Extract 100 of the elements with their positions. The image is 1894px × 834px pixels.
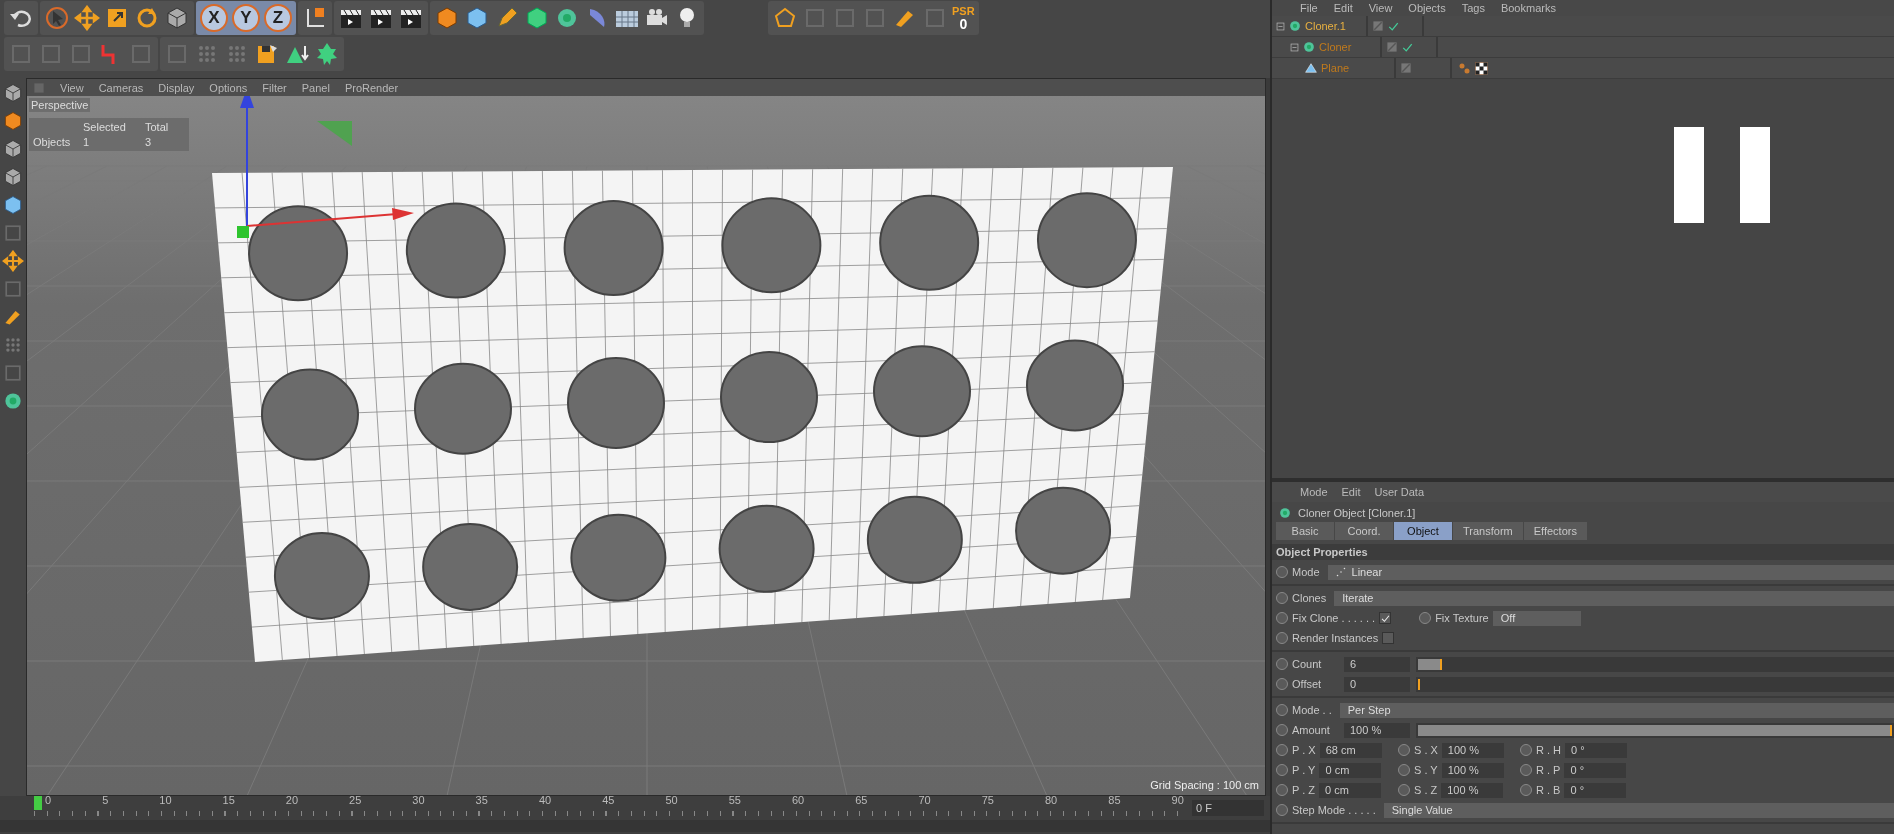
field-label: Step Mode . . . . . xyxy=(1292,804,1376,816)
plane-icon xyxy=(1304,61,1318,75)
menu-item[interactable]: Bookmarks xyxy=(1500,2,1556,14)
menu-item[interactable]: Edit xyxy=(1333,2,1353,14)
animate-radio-icon[interactable] xyxy=(1276,764,1288,776)
axis-gizmo-icon xyxy=(237,96,414,238)
number-field[interactable]: 0 cm xyxy=(1319,782,1382,798)
dropdown[interactable]: Linear xyxy=(1327,564,1894,580)
viewport-menu-item[interactable]: Filter xyxy=(262,81,287,94)
viewport-menu-item[interactable]: Panel xyxy=(301,81,330,94)
number-field[interactable]: 68 cm xyxy=(1319,742,1382,758)
animate-radio-icon[interactable] xyxy=(1520,764,1532,776)
animate-radio-icon[interactable] xyxy=(1276,784,1288,796)
object-name[interactable]: Plane xyxy=(1321,62,1350,74)
collapse-toggle-icon[interactable] xyxy=(1276,21,1285,31)
animate-radio-icon[interactable] xyxy=(1419,612,1432,624)
stats-value: 3 xyxy=(145,136,153,148)
number-field[interactable]: 0 ° xyxy=(1564,762,1627,778)
viewport-menu-item[interactable]: Options xyxy=(209,81,248,94)
animate-radio-icon[interactable] xyxy=(1276,678,1288,690)
frame-field[interactable]: 0 F xyxy=(1192,800,1264,816)
checker-tag-icon[interactable] xyxy=(1475,61,1488,75)
number-field[interactable]: 0 cm xyxy=(1319,762,1382,778)
field-label: Fix Clone . . . . . . xyxy=(1292,612,1376,624)
dropdown[interactable]: Off xyxy=(1492,610,1581,626)
check-icon[interactable] xyxy=(1388,20,1399,32)
slider-track[interactable] xyxy=(1416,676,1894,692)
animate-radio-icon[interactable] xyxy=(1276,612,1288,624)
animate-radio-icon[interactable] xyxy=(1276,804,1288,816)
cloner-icon[interactable] xyxy=(2,390,24,412)
animate-radio-icon[interactable] xyxy=(1276,632,1288,644)
cube-icon[interactable] xyxy=(164,5,190,31)
tab[interactable]: Effectors xyxy=(1523,522,1587,540)
move-icon[interactable] xyxy=(2,250,24,272)
animate-radio-icon[interactable] xyxy=(1398,784,1410,796)
animate-radio-icon[interactable] xyxy=(1276,724,1288,736)
tab[interactable]: Coord. xyxy=(1335,522,1393,540)
cube-icon[interactable] xyxy=(2,110,24,132)
number-field[interactable]: 100 % xyxy=(1441,742,1504,758)
cube-icon[interactable] xyxy=(2,82,24,104)
axis-lock-button[interactable]: Z xyxy=(264,4,292,32)
check-icon[interactable] xyxy=(1402,41,1413,53)
animate-radio-icon[interactable] xyxy=(1398,764,1410,776)
animate-radio-icon[interactable] xyxy=(1276,704,1288,716)
checkbox[interactable] xyxy=(1379,612,1392,624)
animate-radio-icon[interactable] xyxy=(1520,744,1532,756)
viewport-menu-item[interactable]: Display xyxy=(158,81,195,94)
animate-radio-icon[interactable] xyxy=(1276,658,1288,670)
number-field[interactable]: 100 % xyxy=(1344,722,1410,738)
viewport-menu-item[interactable]: ProRender xyxy=(344,81,399,94)
viewport-menu-item[interactable]: View xyxy=(60,81,84,94)
cube-icon[interactable] xyxy=(2,138,24,160)
tab[interactable]: Object xyxy=(1394,522,1452,540)
frame-tick-label: 70 xyxy=(918,794,931,806)
tab[interactable]: Transform xyxy=(1453,522,1523,540)
number-field[interactable]: 0 xyxy=(1344,676,1410,692)
menu-item[interactable]: User Data xyxy=(1374,486,1425,498)
animate-radio-icon[interactable] xyxy=(1276,566,1288,578)
number-field[interactable]: 0 ° xyxy=(1565,742,1628,758)
cube-icon[interactable] xyxy=(524,5,550,31)
editor-visibility-icon[interactable] xyxy=(1400,62,1412,74)
axis-lock-button[interactable]: X xyxy=(200,4,228,32)
dropdown[interactable]: Iterate xyxy=(1334,590,1894,606)
collapse-toggle-icon[interactable] xyxy=(1290,42,1299,52)
number-field[interactable]: 100 % xyxy=(1441,782,1504,798)
menu-item[interactable]: View xyxy=(1368,2,1393,14)
animate-radio-icon[interactable] xyxy=(1276,744,1288,756)
number-field[interactable]: 6 xyxy=(1344,656,1410,672)
move-icon[interactable] xyxy=(74,5,100,31)
checkbox[interactable] xyxy=(1382,632,1395,644)
object-name[interactable]: Cloner xyxy=(1319,41,1352,53)
stats-value: 1 xyxy=(83,136,91,148)
tab[interactable]: Basic xyxy=(1276,522,1334,540)
field-label: R . B xyxy=(1536,784,1561,796)
object-name[interactable]: Cloner.1 xyxy=(1305,20,1346,32)
cube-icon[interactable] xyxy=(2,166,24,188)
cursor-icon[interactable] xyxy=(44,5,70,31)
menu-item[interactable]: Objects xyxy=(1408,2,1446,14)
animate-radio-icon[interactable] xyxy=(1398,744,1410,756)
cube-icon[interactable] xyxy=(2,194,24,216)
menu-item[interactable]: Edit xyxy=(1341,486,1361,498)
number-field[interactable]: 100 % xyxy=(1441,762,1504,778)
cube-icon[interactable] xyxy=(434,5,460,31)
editor-visibility-icon[interactable] xyxy=(1386,41,1398,53)
slider-track[interactable] xyxy=(1416,656,1894,672)
menu-item[interactable]: Tags xyxy=(1461,2,1485,14)
dropdown[interactable]: Single Value xyxy=(1383,802,1894,818)
animate-radio-icon[interactable] xyxy=(1276,592,1288,604)
number-field[interactable]: 0 ° xyxy=(1564,782,1627,798)
dropdown[interactable]: Per Step xyxy=(1339,702,1894,718)
cube-icon[interactable] xyxy=(464,5,490,31)
menu-item[interactable]: File xyxy=(1300,2,1318,14)
frame-tick-label: 40 xyxy=(538,794,552,806)
axis-lock-button[interactable]: Y xyxy=(232,4,260,32)
frame-tick-label: 45 xyxy=(602,794,615,806)
editor-visibility-icon[interactable] xyxy=(1372,20,1384,32)
viewport-menu-item[interactable]: Cameras xyxy=(98,81,144,94)
animate-radio-icon[interactable] xyxy=(1520,784,1532,796)
slider-fill[interactable] xyxy=(1418,658,1442,670)
menu-item[interactable]: Mode xyxy=(1300,486,1328,498)
